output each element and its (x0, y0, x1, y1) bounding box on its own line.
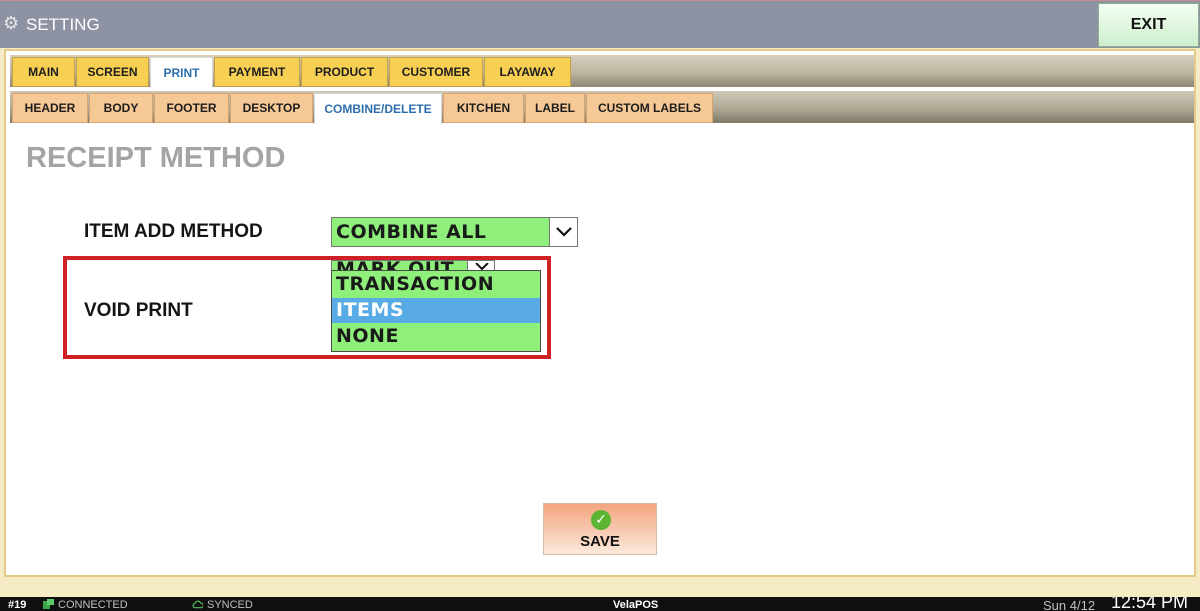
status-time: 12:54 PM (1111, 597, 1189, 611)
tab-layaway[interactable]: LAYAWAY (484, 57, 571, 87)
tab-body[interactable]: BODY (89, 93, 153, 123)
sync-status: SYNCED (207, 599, 253, 611)
tab-payment[interactable]: PAYMENT (214, 57, 300, 87)
void-print-dropdown-list: TRANSACTION ITEMS NONE (331, 270, 541, 352)
sub-tab-bar: HEADER BODY FOOTER DESKTOP COMBINE/DELET… (10, 91, 1194, 124)
tab-header[interactable]: HEADER (12, 93, 88, 123)
main-tab-bar: MAIN SCREEN PRINT PAYMENT PRODUCT CUSTOM… (10, 55, 1194, 88)
gear-icon: ⚙ (3, 13, 20, 34)
app-name-suffix: POS (635, 599, 659, 611)
station-number: #19 (8, 599, 27, 611)
tab-label[interactable]: LABEL (525, 93, 585, 123)
cloud-icon (192, 600, 203, 609)
app-name-prefix: Vela (613, 599, 636, 611)
tab-customer[interactable]: CUSTOMER (389, 57, 483, 87)
status-date: Sun 4/12 (1043, 598, 1096, 611)
title-bar: ⚙ SETTING EXIT (0, 0, 1200, 48)
tab-main[interactable]: MAIN (12, 57, 75, 87)
tab-screen[interactable]: SCREEN (76, 57, 149, 87)
tab-desktop[interactable]: DESKTOP (230, 93, 313, 123)
window-title: SETTING (26, 15, 100, 34)
tab-product[interactable]: PRODUCT (301, 57, 388, 87)
tab-kitchen[interactable]: KITCHEN (443, 93, 524, 123)
chevron-down-icon[interactable] (549, 218, 577, 246)
tab-combine-delete[interactable]: COMBINE/DELETE (314, 93, 442, 124)
exit-button[interactable]: EXIT (1098, 3, 1199, 47)
dropdown-option-transaction[interactable]: TRANSACTION (332, 272, 540, 297)
tab-custom-labels[interactable]: CUSTOM LABELS (586, 93, 713, 123)
connection-icon (43, 599, 54, 609)
app-name: VelaPOS (613, 598, 658, 611)
section-title: RECEIPT METHOD (26, 142, 286, 174)
connection-status: CONNECTED (58, 599, 128, 611)
item-add-method-label: ITEM ADD METHOD (84, 221, 263, 242)
item-add-method-select[interactable]: COMBINE ALL (331, 217, 578, 247)
tab-print[interactable]: PRINT (150, 57, 213, 88)
dropdown-option-none[interactable]: NONE (332, 324, 540, 349)
tab-footer[interactable]: FOOTER (154, 93, 229, 123)
status-bar: #19 CONNECTED SYNCED VelaPOS Sun 4/12 12… (0, 597, 1200, 611)
item-add-method-value: COMBINE ALL (336, 221, 487, 243)
save-label: SAVE (580, 533, 620, 550)
checkmark-icon: ✓ (591, 510, 611, 530)
dropdown-option-items[interactable]: ITEMS (332, 298, 540, 323)
save-button[interactable]: ✓ SAVE (543, 503, 657, 555)
